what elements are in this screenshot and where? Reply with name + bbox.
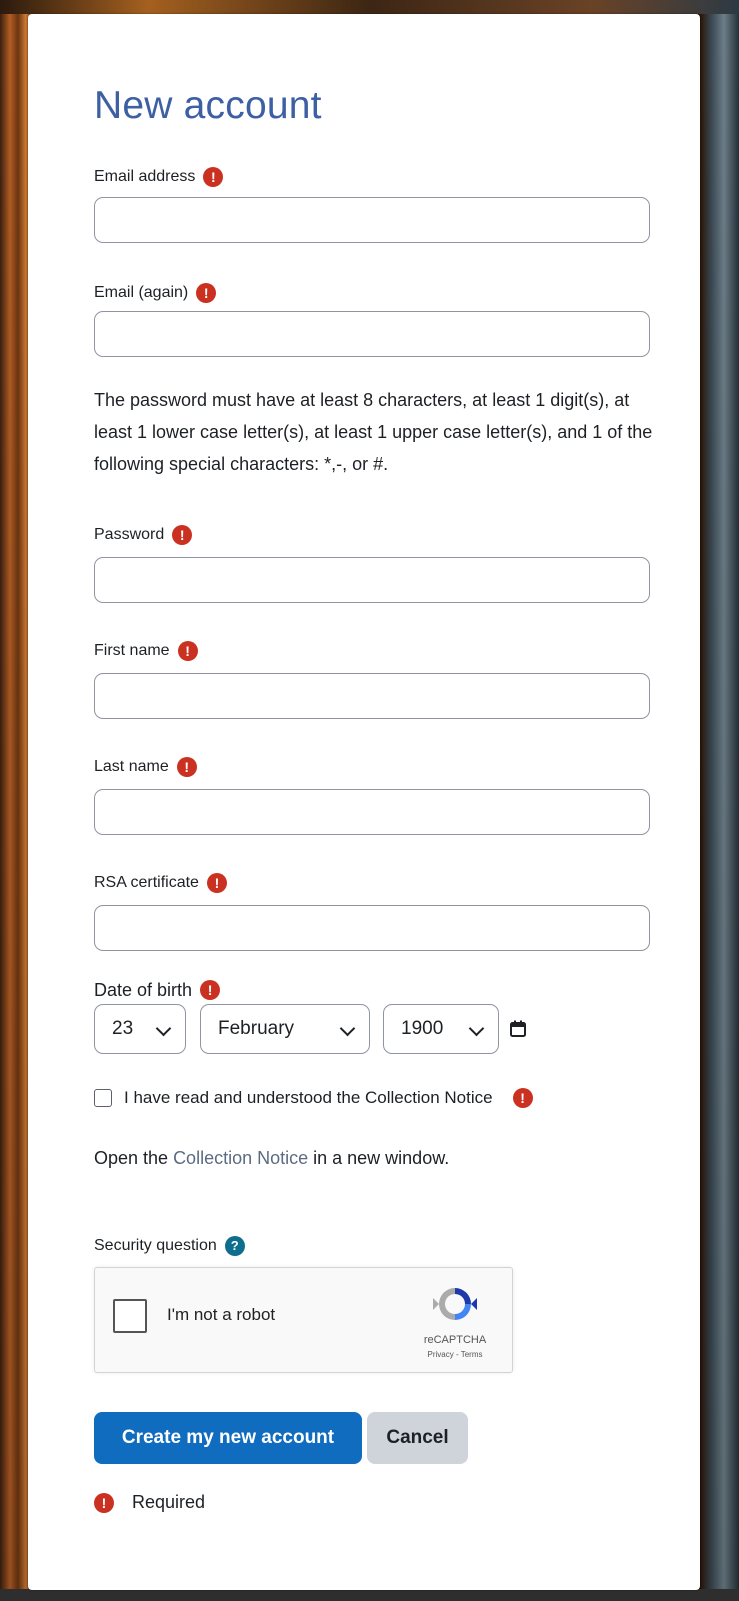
required-icon: ! bbox=[200, 980, 221, 1000]
rsa-certificate-input[interactable] bbox=[94, 905, 650, 951]
rsa-certificate-field-group: RSA certificate ! bbox=[94, 872, 654, 951]
email-field-group: Email address ! bbox=[94, 166, 654, 243]
dob-selects: 23 February 1900 bbox=[94, 1004, 654, 1056]
first-name-label: First name ! bbox=[94, 640, 654, 662]
chevron-down-icon bbox=[339, 1020, 356, 1037]
collection-notice-row: I have read and understood the Collectio… bbox=[94, 1086, 654, 1110]
last-name-field-group: Last name ! bbox=[94, 756, 654, 835]
password-field-group: Password ! bbox=[94, 524, 654, 603]
security-question-group: Security question ? bbox=[94, 1235, 654, 1257]
recaptcha-privacy-link[interactable]: Privacy bbox=[428, 1350, 454, 1359]
chevron-down-icon bbox=[468, 1020, 485, 1037]
help-icon[interactable]: ? bbox=[224, 1236, 245, 1256]
last-name-input[interactable] bbox=[94, 789, 650, 835]
collection-notice-label[interactable]: I have read and understood the Collectio… bbox=[124, 1088, 493, 1108]
email-input[interactable] bbox=[94, 197, 650, 243]
password-policy-text: The password must have at least 8 charac… bbox=[94, 390, 653, 474]
rsa-certificate-label: RSA certificate ! bbox=[94, 872, 654, 894]
collection-notice-checkbox[interactable] bbox=[94, 1089, 112, 1107]
recaptcha-terms-link[interactable]: Terms bbox=[461, 1350, 483, 1359]
email-again-label: Email (again) ! bbox=[94, 282, 654, 304]
required-legend-text: Required bbox=[132, 1492, 206, 1512]
required-icon: ! bbox=[196, 283, 217, 303]
open-notice-text: Open the Collection Notice in a new wind… bbox=[94, 1148, 450, 1168]
page-title: New account bbox=[94, 84, 322, 127]
email-again-input[interactable] bbox=[94, 311, 650, 357]
dob-year-select[interactable]: 1900 bbox=[383, 1004, 499, 1054]
recaptcha-checkbox[interactable] bbox=[113, 1299, 147, 1333]
collection-notice-link[interactable]: Collection Notice bbox=[173, 1148, 308, 1168]
recaptcha-label: I'm not a robot bbox=[167, 1305, 276, 1324]
required-icon: ! bbox=[203, 167, 224, 187]
last-name-label: Last name ! bbox=[94, 756, 654, 778]
recaptcha-links: Privacy - Terms bbox=[427, 1350, 483, 1359]
calendar-icon[interactable] bbox=[510, 1020, 526, 1037]
dob-label: Date of birth ! bbox=[94, 979, 654, 1001]
required-icon: ! bbox=[177, 641, 198, 661]
email-again-field-group: Email (again) ! bbox=[94, 282, 654, 357]
required-legend: ! Required bbox=[94, 1492, 205, 1513]
recaptcha-logo-icon bbox=[433, 1288, 477, 1320]
password-input[interactable] bbox=[94, 557, 650, 603]
first-name-field-group: First name ! bbox=[94, 640, 654, 719]
first-name-input[interactable] bbox=[94, 673, 650, 719]
recaptcha-brand: reCAPTCHA bbox=[423, 1334, 487, 1346]
signup-card: New account Email address ! Email (again… bbox=[28, 14, 700, 1590]
recaptcha-widget: I'm not a robot reCAPTCHA Privacy - Term… bbox=[94, 1267, 513, 1373]
required-icon: ! bbox=[176, 757, 197, 777]
required-icon: ! bbox=[206, 873, 227, 893]
chevron-down-icon bbox=[155, 1020, 172, 1037]
required-icon: ! bbox=[512, 1088, 533, 1108]
required-icon: ! bbox=[94, 1492, 114, 1513]
dob-label-group: Date of birth ! bbox=[94, 979, 654, 1001]
password-label: Password ! bbox=[94, 524, 654, 546]
security-question-label: Security question ? bbox=[94, 1235, 654, 1257]
email-label: Email address ! bbox=[94, 166, 654, 188]
create-account-button[interactable]: Create my new account bbox=[94, 1412, 362, 1464]
cancel-button[interactable]: Cancel bbox=[367, 1412, 468, 1464]
dob-day-select[interactable]: 23 bbox=[94, 1004, 186, 1054]
window-top-edge bbox=[0, 0, 739, 14]
required-icon: ! bbox=[172, 525, 193, 545]
window-bottom-edge bbox=[0, 1589, 739, 1601]
dob-month-select[interactable]: February bbox=[200, 1004, 370, 1054]
